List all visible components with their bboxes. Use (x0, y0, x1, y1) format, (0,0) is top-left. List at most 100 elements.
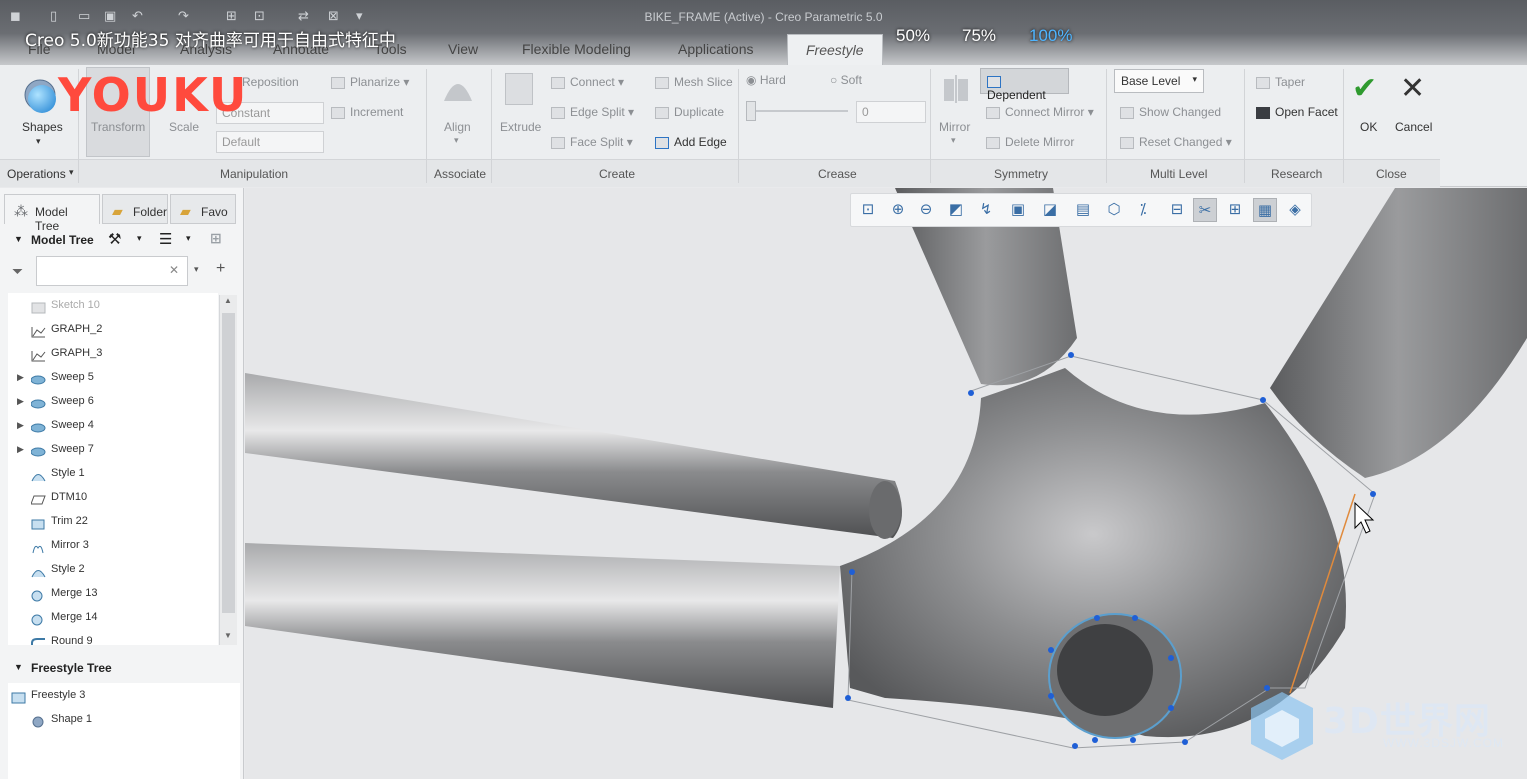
connect-button[interactable]: Connect ▾ (551, 75, 624, 89)
tab-model-tree[interactable]: ⁂ Model Tree (4, 194, 100, 233)
tree-item[interactable]: ▶ Sweep 7 (8, 437, 218, 461)
shapes-dropdown-icon[interactable]: ▾ (36, 136, 41, 147)
expand-arrow-icon[interactable]: ▶ (17, 413, 24, 437)
align-button[interactable]: Align (444, 120, 471, 134)
filter-tree-icon[interactable]: ⊞ (210, 230, 222, 247)
edge-split-button[interactable]: Edge Split ▾ (551, 105, 634, 119)
mesh-display-icon[interactable]: ⊞ (1223, 198, 1247, 222)
show-changed-button[interactable]: Show Changed (1120, 105, 1221, 119)
chainstay-lower-tube[interactable] (245, 543, 840, 708)
tree-scrollbar[interactable]: ▲ ▼ (219, 295, 237, 645)
tree-item[interactable]: Trim 22 (8, 509, 218, 533)
tab-folder[interactable]: ▰ Folder (102, 194, 168, 224)
view-manager-icon[interactable]: ▤ (1071, 198, 1095, 222)
settings-dropdown-icon[interactable]: ▾ (137, 233, 142, 244)
expand-arrow-icon[interactable]: ▶ (17, 365, 24, 389)
chainstay-upper-tube[interactable] (245, 373, 903, 538)
saved-orientations-icon[interactable]: ◪ (1038, 198, 1062, 222)
freestyle-tree-item[interactable]: Shape 1 (8, 707, 240, 731)
soft-radio[interactable]: ○ Soft (830, 73, 862, 87)
tree-item[interactable]: Round 9 (8, 629, 218, 645)
tree-item[interactable]: GRAPH_2 (8, 317, 218, 341)
down-tube[interactable] (1270, 188, 1527, 478)
ok-button[interactable]: OK (1360, 120, 1377, 134)
perspective-icon[interactable]: ⬡ (1102, 198, 1126, 222)
operations-dropdown-icon[interactable]: ▾ (69, 167, 74, 178)
base-level-select[interactable]: Base Level ▾ (1114, 69, 1204, 93)
model-tree-search-input[interactable] (36, 256, 188, 286)
open-facet-button[interactable]: Open Facet (1256, 105, 1338, 119)
mirror-button[interactable]: Mirror (939, 120, 970, 134)
planarize-button[interactable]: Planarize ▾ (331, 75, 409, 89)
cancel-button[interactable]: Cancel (1395, 120, 1432, 134)
tree-item[interactable]: GRAPH_3 (8, 341, 218, 365)
shapes-button[interactable]: Shapes (22, 120, 63, 134)
increment-button[interactable]: Increment (331, 105, 403, 119)
crease-value-input[interactable]: 0 (856, 101, 926, 123)
show-dropdown-icon[interactable]: ▾ (186, 233, 191, 244)
duplicate-button[interactable]: Duplicate (655, 105, 724, 119)
tree-item[interactable]: Merge 14 (8, 605, 218, 629)
hard-radio[interactable]: ◉ Hard (746, 73, 786, 87)
mirror-dropdown-icon[interactable]: ▾ (951, 135, 956, 146)
crease-slider[interactable] (748, 110, 848, 112)
align-dropdown-icon[interactable]: ▾ (454, 135, 459, 146)
tree-item[interactable]: ▶ Sweep 5 (8, 365, 218, 389)
connect-mirror-button[interactable]: Connect Mirror ▾ (986, 105, 1094, 119)
group-operations[interactable]: Operations (7, 167, 66, 181)
zoom-out-icon[interactable]: ⊖ (914, 198, 938, 222)
scroll-down-icon[interactable]: ▼ (224, 631, 232, 640)
filter-icon[interactable]: ⏷ (12, 263, 23, 280)
tab-favorites[interactable]: ▰ Favo (170, 194, 236, 224)
zoom-75-option[interactable]: 75% (962, 26, 996, 46)
tree-item[interactable]: ▶ Sweep 4 (8, 413, 218, 437)
scale-button[interactable]: Scale (169, 120, 199, 134)
freestyle-tree-item[interactable]: Freestyle 3 (8, 683, 240, 707)
tree-item[interactable]: Sketch 10 (8, 293, 218, 317)
reposition-button[interactable]: Reposition (242, 75, 299, 89)
shape-display-icon[interactable]: ▦ (1253, 198, 1277, 222)
expand-arrow-icon[interactable]: ▶ (17, 437, 24, 461)
tab-freestyle[interactable]: Freestyle (787, 34, 883, 65)
control-mesh-icon[interactable]: ✂ (1193, 198, 1217, 222)
zoom-50-option[interactable]: 50% (896, 26, 930, 46)
tab-applications[interactable]: Applications (678, 41, 754, 57)
scroll-up-icon[interactable]: ▲ (224, 296, 232, 305)
tree-item[interactable]: Style 2 (8, 557, 218, 581)
mesh-slice-button[interactable]: Mesh Slice (655, 75, 733, 89)
datum-display-icon[interactable]: ⁒ (1131, 198, 1155, 222)
reset-changed-button[interactable]: Reset Changed ▾ (1120, 135, 1232, 149)
dependent-toggle[interactable]: Dependent (980, 68, 1069, 102)
collapse-arrow-icon[interactable]: ▼ (14, 234, 23, 244)
tree-scrollbar-thumb[interactable] (222, 313, 235, 613)
tree-item[interactable]: ▶ Sweep 6 (8, 389, 218, 413)
delete-mirror-button[interactable]: Delete Mirror (986, 135, 1074, 149)
settings-tools-icon[interactable]: ⚒ (108, 230, 121, 248)
tree-item[interactable]: Style 1 (8, 461, 218, 485)
repaint-icon[interactable]: ◩ (944, 198, 968, 222)
add-filter-icon[interactable]: + (216, 260, 225, 278)
search-dropdown-icon[interactable]: ▾ (194, 264, 199, 275)
clear-search-icon[interactable]: ✕ (169, 263, 179, 277)
collapse-arrow-icon[interactable]: ▼ (14, 662, 23, 672)
face-split-button[interactable]: Face Split ▾ (551, 135, 633, 149)
refit-icon[interactable]: ⊡ (856, 198, 880, 222)
extrude-button[interactable]: Extrude (500, 120, 541, 134)
ok-check-icon[interactable]: ✔ (1352, 71, 1377, 106)
taper-button[interactable]: Taper (1256, 75, 1305, 89)
reorient-icon[interactable]: ↯ (974, 198, 998, 222)
tree-item[interactable]: Mirror 3 (8, 533, 218, 557)
annotation-display-icon[interactable]: ⊟ (1165, 198, 1189, 222)
tree-item[interactable]: Merge 13 (8, 581, 218, 605)
expand-arrow-icon[interactable]: ▶ (17, 389, 24, 413)
default-select[interactable]: Default (216, 131, 324, 153)
spin-center-icon[interactable]: ◈ (1283, 198, 1307, 222)
add-edge-button[interactable]: Add Edge (655, 135, 727, 149)
tab-view[interactable]: View (448, 41, 478, 57)
crease-slider-handle[interactable] (746, 101, 756, 121)
display-style-icon[interactable]: ▣ (1006, 198, 1030, 222)
zoom-in-icon[interactable]: ⊕ (886, 198, 910, 222)
zoom-100-option[interactable]: 100% (1029, 26, 1072, 46)
cancel-x-icon[interactable]: ✕ (1400, 71, 1425, 106)
tree-item[interactable]: DTM10 (8, 485, 218, 509)
